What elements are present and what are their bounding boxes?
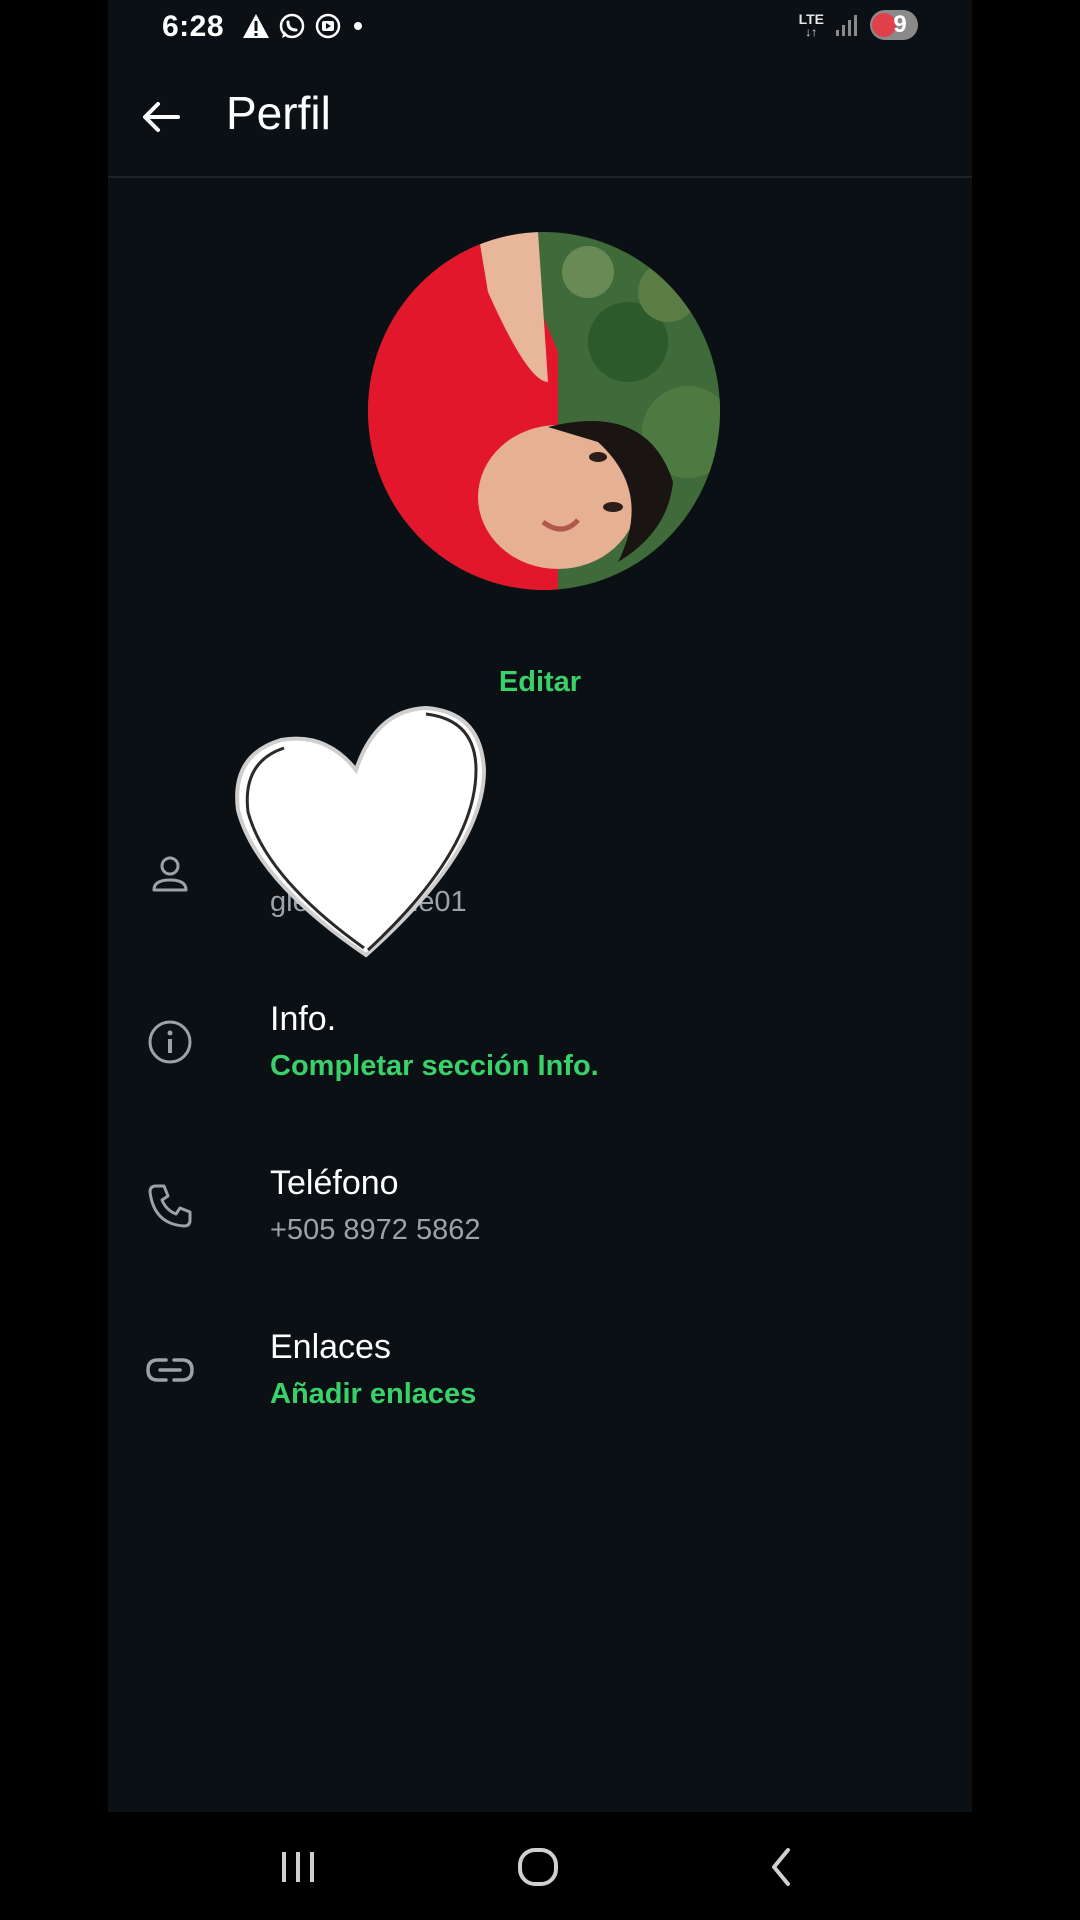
info-title: Info. <box>270 1000 337 1038</box>
links-title: Enlaces <box>270 1328 391 1366</box>
dot-icon <box>354 22 362 30</box>
signal-icon <box>836 15 857 36</box>
system-status-icons: LTE ↓↑ 9 <box>799 10 918 40</box>
battery-level: 9 <box>893 11 907 38</box>
status-time: 6:28 <box>162 10 225 43</box>
lte-indicator: LTE ↓↑ <box>798 11 824 39</box>
info-icon <box>148 1020 192 1064</box>
notification-icons <box>242 12 366 40</box>
profile-screen: 6:28 LTE ↓↑ 9 Perfil Editar gle gle01 In… <box>108 0 972 1812</box>
phone-number: +505 8972 5862 <box>270 1214 481 1246</box>
app-header: Perfil <box>108 56 972 178</box>
phone-row[interactable]: Teléfono +505 8972 5862 <box>108 1164 972 1284</box>
home-icon[interactable] <box>508 1842 568 1892</box>
phone-icon <box>148 1184 192 1228</box>
alert-icon <box>243 14 269 38</box>
media-icon <box>315 13 341 39</box>
status-bar: 6:28 LTE ↓↑ 9 <box>108 0 972 56</box>
info-subtitle[interactable]: Completar sección Info. <box>270 1050 599 1083</box>
page-title: Perfil <box>226 87 331 139</box>
system-navigation-bar <box>0 1812 1080 1920</box>
back-arrow-icon[interactable] <box>136 92 186 142</box>
whatsapp-icon <box>279 13 305 39</box>
heart-sticker-icon <box>235 705 487 958</box>
edit-photo-link[interactable]: Editar <box>108 666 972 699</box>
battery-indicator: 9 <box>870 10 918 40</box>
link-icon <box>146 1358 194 1382</box>
phone-title: Teléfono <box>270 1164 399 1202</box>
back-nav-icon[interactable] <box>752 1842 812 1892</box>
recent-apps-icon[interactable] <box>268 1842 328 1892</box>
info-row[interactable]: Info. Completar sección Info. <box>108 1000 972 1120</box>
person-icon <box>152 856 188 892</box>
profile-photo[interactable] <box>368 232 720 590</box>
network-type-label: LTE <box>798 11 824 27</box>
add-links-link[interactable]: Añadir enlaces <box>270 1378 476 1411</box>
profile-photo-image <box>368 232 720 590</box>
links-row[interactable]: Enlaces Añadir enlaces <box>108 1328 972 1448</box>
